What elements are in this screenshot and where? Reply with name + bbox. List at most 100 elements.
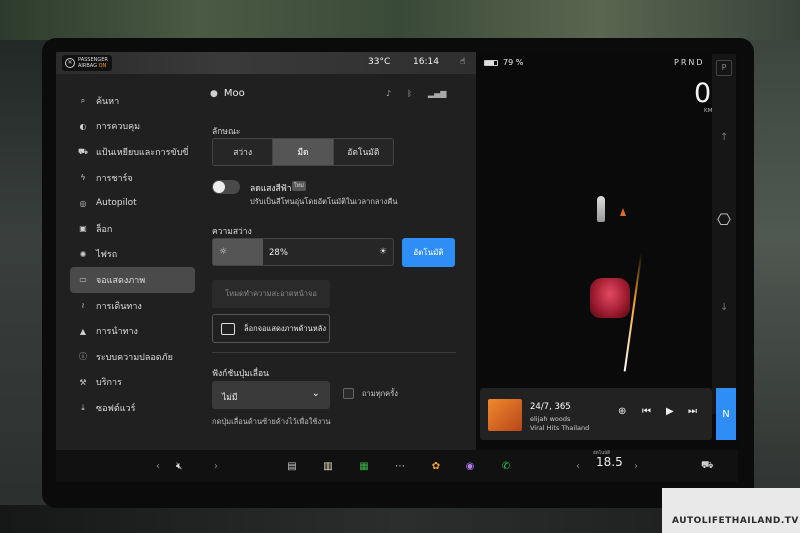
gear-neutral-indicator[interactable]: N <box>716 388 736 440</box>
gear-strip[interactable] <box>712 54 736 414</box>
nav-item-display[interactable]: ▭ จอแสดงภาพ <box>70 267 195 293</box>
reduce-blue-light-toggle[interactable] <box>212 180 240 194</box>
connectivity-icons: ♪ ᛒ ▂▄▆ <box>386 89 446 98</box>
ask-every-time-checkbox[interactable] <box>343 388 354 399</box>
ask-every-time-label: ถามทุกครั้ง <box>362 389 398 398</box>
touchscreen: ✕ PASSENGER AIRBAG ON 33°C 16:14 ☝ ⌕ ค้นห… <box>56 52 738 482</box>
scroll-wheel-function-dropdown[interactable]: ไม่มี ⌄ <box>212 381 330 409</box>
safety-icon: ⓘ <box>79 352 87 362</box>
search-icon: ⌕ <box>80 95 86 105</box>
watermark-text: AUTOLIFETHAILAND.TV <box>672 516 799 526</box>
appearance-light-button[interactable]: สว่าง <box>213 139 274 165</box>
battery-percent: 79 % <box>503 58 524 67</box>
brightness-label: ความสว่าง <box>212 227 252 237</box>
watermark-logo: AUTOLIFETHAILAND.TV <box>662 488 800 533</box>
airbag-indicator: ✕ PASSENGER AIRBAG ON <box>62 55 112 71</box>
temp-down-chevron-icon[interactable]: ‹ <box>576 456 580 476</box>
chevron-left-icon[interactable]: ‹ <box>156 456 160 476</box>
temp-up-chevron-icon[interactable]: › <box>634 456 638 476</box>
mute-icon[interactable]: 🔇︎ <box>176 456 182 476</box>
car-top-icon: ⎔ <box>717 210 731 229</box>
climate-temperature[interactable]: 18.5 <box>596 455 623 469</box>
lock-rear-display-button[interactable]: ล็อกจอแสดงภาพด้านหลัง <box>212 314 330 343</box>
appearance-auto-button[interactable]: อัตโนมัติ <box>333 139 393 165</box>
brightness-auto-button[interactable]: อัตโนมัติ <box>402 238 455 267</box>
bolt-icon: ϟ <box>80 173 86 183</box>
trip-icon: ≀ <box>81 301 85 311</box>
arrow-down-icon: ↓ <box>720 302 729 313</box>
user-name: Moo <box>223 88 245 99</box>
airbag-icon: ✕ <box>65 58 75 68</box>
brightness-low-icon: ☼ <box>219 247 228 257</box>
park-button[interactable]: P <box>716 60 732 76</box>
airbag-state: ON <box>98 63 107 69</box>
nav-item-navigation[interactable]: ▲ การนำทาง <box>70 318 195 344</box>
outside-temperature: 33°C <box>368 57 391 67</box>
nav-item-charging[interactable]: ϟ การชาร์จ <box>70 165 195 191</box>
status-bar: ✕ PASSENGER AIRBAG ON 33°C 16:14 ☝ <box>56 52 476 74</box>
camera-app-icon[interactable]: ◉ <box>462 456 478 476</box>
toggle-icon: ◐ <box>79 121 87 131</box>
car-icon[interactable]: ⛟ <box>701 456 714 476</box>
nav-item-lights[interactable]: ✺ ไฟรถ <box>70 242 195 268</box>
user-profile[interactable]: ● Moo <box>210 88 245 99</box>
appearance-dark-button[interactable]: มืด <box>273 139 334 165</box>
nav-item-controls[interactable]: ◐ การควบคุม <box>70 114 195 140</box>
energy-app-icon[interactable]: ▦ <box>356 456 372 476</box>
bluetooth-icon[interactable]: ᛒ <box>407 89 412 98</box>
display-icon: ▭ <box>79 275 87 285</box>
traffic-cone-icon <box>620 208 626 216</box>
playlist-name: Viral Hits Thailand <box>530 424 590 432</box>
add-icon[interactable]: ⊕ <box>618 406 626 417</box>
notes-app-icon[interactable]: ▥ <box>320 456 336 476</box>
appearance-selector: สว่าง มืด อัตโนมัติ <box>212 138 394 166</box>
car-model <box>590 278 630 318</box>
nav-item-safety[interactable]: ⓘ ระบบความปลอดภัย <box>70 344 195 370</box>
previous-icon[interactable]: ⏮ <box>642 406 651 417</box>
reduce-blue-light-title: ลดแสงสีฟ้า <box>250 184 292 194</box>
reduce-blue-light-description: ปรับเป็นสีโทนอุ่นโดยอัตโนมัติในเวลากลางค… <box>250 197 398 206</box>
navigation-icon: ▲ <box>79 326 87 336</box>
driver-profile-icon[interactable]: ☝ <box>460 57 465 67</box>
screen-clean-mode-button[interactable]: โหมดทำความสะอาดหน้าจอ <box>212 280 330 308</box>
battery-icon <box>484 59 498 66</box>
artist-name: elijah woods <box>530 415 571 423</box>
user-icon: ● <box>210 88 218 99</box>
new-badge: ใหม่ <box>292 181 306 191</box>
nav-item-trips[interactable]: ≀ การเดินทาง <box>70 293 195 319</box>
background-photo-left <box>0 40 48 533</box>
nav-item-software[interactable]: ⤓ ซอฟต์แวร์ <box>70 395 195 421</box>
brightness-value: 28% <box>269 248 288 258</box>
nav-item-search[interactable]: ⌕ ค้นหา <box>70 88 195 114</box>
brightness-high-icon: ☀ <box>378 247 387 257</box>
toybox-app-icon[interactable]: ✿ <box>428 456 444 476</box>
nav-item-locks[interactable]: ▣ ล็อก <box>70 216 195 242</box>
toggle-knob <box>213 181 225 193</box>
download-icon: ⤓ <box>81 402 85 412</box>
song-title: 24/7, 365 <box>530 402 571 412</box>
phone-app-icon[interactable]: ✆ <box>498 456 514 476</box>
bell-icon[interactable]: ♪ <box>386 89 391 98</box>
scroll-wheel-function-label: ฟังก์ชันปุ่มเลื่อน <box>212 369 269 379</box>
battery-indicator: 79 % <box>484 58 523 67</box>
clock: 16:14 <box>413 57 439 67</box>
next-icon[interactable]: ⏭ <box>688 406 697 417</box>
dashcam-app-icon[interactable]: ▤ <box>284 456 300 476</box>
nav-item-autopilot[interactable]: ◎ Autopilot <box>70 190 195 216</box>
gear-selector-label: PRND <box>674 58 705 67</box>
nav-item-service[interactable]: ⚒ บริการ <box>70 370 195 396</box>
album-art <box>488 399 522 431</box>
settings-nav: ⌕ ค้นหา ◐ การควบคุม ⛟ แป้นเหยียบและการขับขี… <box>70 88 195 421</box>
chevron-right-icon[interactable]: › <box>214 456 218 476</box>
scroll-wheel-hint: กดปุ่มเลื่อนด้านซ้ายค้างไว้เพื่อใช้งาน <box>212 417 331 426</box>
brightness-slider[interactable]: ☼ 28% ☀ <box>212 238 394 266</box>
more-apps-icon[interactable]: ⋯ <box>392 456 408 476</box>
chevron-down-icon: ⌄ <box>311 388 320 399</box>
lock-rear-display-label: ล็อกจอแสดงภาพด้านหลัง <box>244 323 326 333</box>
dropdown-value: ไม่มี <box>222 393 238 403</box>
light-icon: ✺ <box>79 249 87 259</box>
rear-display-icon <box>221 322 235 335</box>
play-icon[interactable]: ▶ <box>666 406 674 417</box>
speed-readout: 0 <box>694 78 712 109</box>
nav-item-pedals-steering[interactable]: ⛟ แป้นเหยียบและการขับขี่ <box>70 139 195 165</box>
